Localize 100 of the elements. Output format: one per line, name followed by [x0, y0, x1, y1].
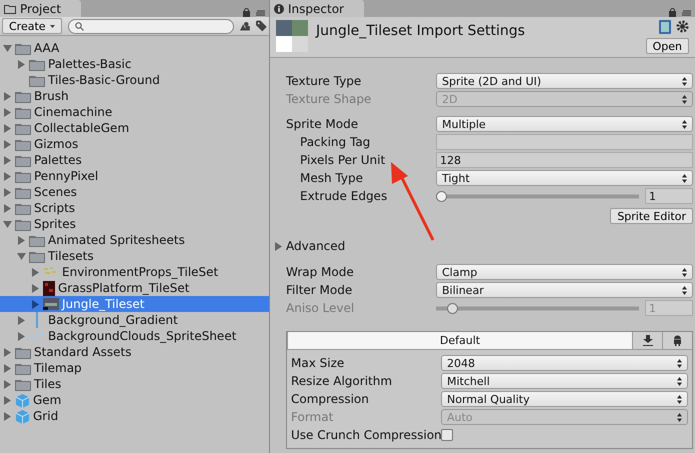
- tree-item[interactable]: Palettes: [0, 152, 269, 168]
- tree-item[interactable]: Background_Gradient: [0, 312, 269, 328]
- tree-item[interactable]: EnvironmentProps_TileSet: [0, 264, 269, 280]
- collapsed-arrow-icon[interactable]: [16, 236, 26, 244]
- field-label: Texture Type: [286, 74, 362, 88]
- field-label: Use Crunch Compression: [291, 428, 441, 442]
- open-button[interactable]: Open: [646, 38, 689, 54]
- dropdown-arrows-icon: [682, 120, 687, 128]
- folder-icon: [29, 74, 45, 86]
- tree-item[interactable]: Palettes-Basic: [0, 56, 269, 72]
- folder-icon: [29, 58, 45, 70]
- collapsed-arrow-icon[interactable]: [16, 60, 26, 68]
- filter-by-type-icon[interactable]: [240, 21, 250, 31]
- dropdown[interactable]: Tight: [436, 170, 693, 186]
- field-label: Filter Mode: [286, 283, 354, 297]
- tree-item[interactable]: Tiles: [0, 376, 269, 392]
- field-label: Extrude Edges: [300, 189, 388, 203]
- dropdown-arrows-icon: [677, 358, 682, 368]
- tree-item[interactable]: Tilemap: [0, 360, 269, 376]
- field-label: Texture Shape: [286, 92, 372, 106]
- dropdown-arrows-icon: [682, 174, 687, 182]
- cube-icon: [15, 408, 30, 424]
- folder-icon: [15, 362, 31, 374]
- folder-icon: [15, 122, 31, 134]
- expanded-arrow-icon[interactable]: [16, 252, 26, 260]
- slider-thumb[interactable]: [436, 190, 447, 202]
- dropdown-arrows-icon: [682, 286, 687, 294]
- folder-icon: [15, 186, 31, 198]
- dropdown-arrows-icon: [677, 394, 682, 404]
- download-icon: [642, 335, 652, 346]
- field-label: Sprite Mode: [286, 117, 360, 131]
- tree-item[interactable]: Brush: [0, 88, 269, 104]
- dropdown[interactable]: Normal Quality: [441, 391, 688, 407]
- dropdown-arrows-icon: [677, 376, 682, 386]
- dropdown[interactable]: Sprite (2D and UI): [436, 73, 693, 89]
- help-book-icon[interactable]: [659, 20, 671, 34]
- sprite-editor-button[interactable]: Sprite Editor: [610, 208, 693, 224]
- tree-item[interactable]: Standard Assets: [0, 344, 269, 360]
- text-field[interactable]: [436, 134, 693, 150]
- field-label: Max Size: [291, 356, 346, 370]
- platform-tab[interactable]: Default: [287, 332, 632, 349]
- sprite-thumbnail-icon: [43, 280, 55, 296]
- caret-icon: [50, 24, 55, 28]
- tree-item[interactable]: PennyPixel: [0, 168, 269, 184]
- dropdown[interactable]: Mitchell: [441, 373, 688, 389]
- tree-item[interactable]: AAA: [0, 40, 269, 56]
- panel-tab[interactable]: Inspector: [270, 0, 364, 17]
- tree-item[interactable]: Gizmos: [0, 136, 269, 152]
- field-label: Resize Algorithm: [291, 374, 394, 388]
- folder-icon: [15, 154, 31, 166]
- folder-icon: [4, 4, 16, 14]
- folder-icon: [29, 250, 45, 262]
- field-label: Format: [291, 410, 334, 424]
- tree-item[interactable]: Grid: [0, 408, 269, 424]
- panel-tab[interactable]: Project: [0, 0, 82, 17]
- tree-item[interactable]: CollectableGem: [0, 120, 269, 136]
- field-label: Wrap Mode: [286, 265, 355, 279]
- dropdown[interactable]: Multiple: [436, 116, 693, 132]
- folder-icon: [15, 90, 31, 102]
- tree-item[interactable]: BackgroundClouds_SpriteSheet: [0, 328, 269, 344]
- lock-icon: [669, 8, 691, 17]
- search-icon: [74, 22, 84, 30]
- info-icon: [274, 4, 284, 14]
- field-label: Mesh Type: [300, 171, 364, 185]
- folder-icon: [29, 234, 45, 246]
- sprite-thumbnail-icon: [43, 298, 59, 310]
- tree-item[interactable]: Tilesets: [0, 248, 269, 264]
- dropdown[interactable]: 2048: [441, 355, 688, 371]
- collapsed-arrow-icon[interactable]: [274, 242, 283, 250]
- checkbox[interactable]: [441, 429, 453, 441]
- tree-item[interactable]: Sprites: [0, 216, 269, 232]
- folder-icon: [15, 218, 31, 230]
- tree-item[interactable]: Cinemachine: [0, 104, 269, 120]
- search-field[interactable]: [68, 18, 234, 34]
- dropdown[interactable]: Bilinear: [436, 282, 693, 298]
- foldout[interactable]: Advanced: [274, 237, 693, 255]
- folder-icon: [15, 346, 31, 358]
- expanded-arrow-icon[interactable]: [2, 44, 12, 52]
- texture-thumbnail: [276, 20, 308, 52]
- tree-item[interactable]: Gem: [0, 392, 269, 408]
- cube-icon: [15, 392, 30, 408]
- tag-icon[interactable]: [256, 20, 267, 32]
- tree-item[interactable]: Tiles-Basic-Ground: [0, 72, 269, 88]
- text-field[interactable]: 128: [436, 152, 693, 168]
- tree-item[interactable]: Animated Spritesheets: [0, 232, 269, 248]
- dropdown-arrows-icon: [682, 268, 687, 276]
- number-field[interactable]: 1: [645, 188, 693, 204]
- folder-icon: [15, 202, 31, 214]
- field-label: Pixels Per Unit: [300, 153, 386, 167]
- tree-item[interactable]: Jungle_Tileset: [0, 296, 269, 312]
- gear-icon[interactable]: [676, 20, 689, 33]
- folder-icon: [15, 138, 31, 150]
- create-button[interactable]: Create: [2, 18, 62, 34]
- dropdown[interactable]: Clamp: [436, 264, 693, 280]
- tree-item[interactable]: GrassPlatform_TileSet: [0, 280, 269, 296]
- inspector-title: Jungle_Tileset Import Settings: [316, 22, 526, 41]
- tree-item[interactable]: Scenes: [0, 184, 269, 200]
- tree-item[interactable]: Scripts: [0, 200, 269, 216]
- field-label: Aniso Level: [286, 301, 356, 315]
- expanded-arrow-icon[interactable]: [2, 220, 12, 228]
